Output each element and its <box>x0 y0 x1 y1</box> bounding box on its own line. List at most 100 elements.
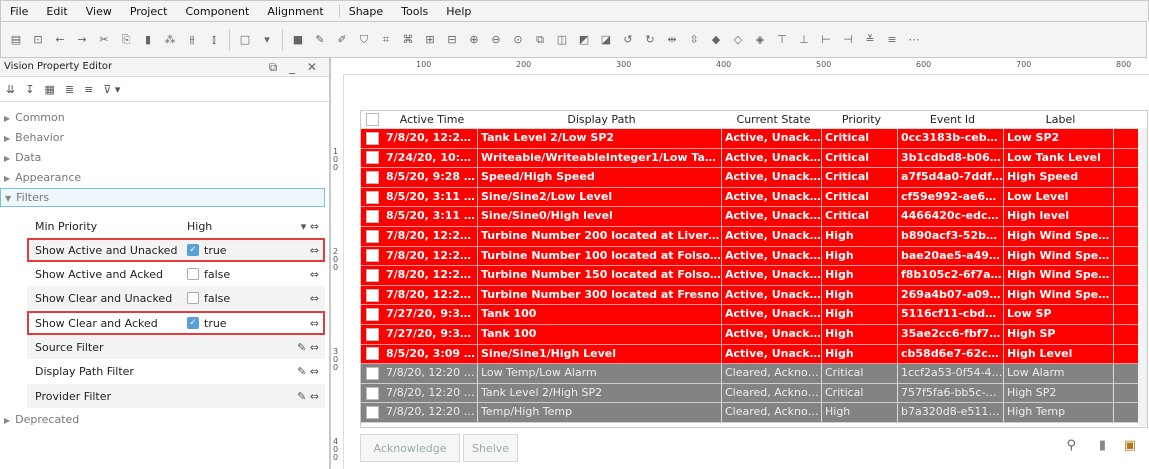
exclude-icon[interactable]: ◪ <box>595 29 617 51</box>
row-select-checkbox[interactable] <box>361 170 383 184</box>
property-row-provider-filter[interactable]: Provider Filter ✎ ⇔ <box>27 384 325 408</box>
menu-view[interactable]: View <box>77 5 121 18</box>
row-select-checkbox[interactable] <box>361 210 383 224</box>
menu-tools[interactable]: Tools <box>392 5 437 18</box>
row-select-checkbox[interactable] <box>361 288 383 302</box>
dropdown-icon[interactable]: ▾ <box>256 29 278 51</box>
subtract-icon[interactable]: ◫ <box>551 29 573 51</box>
category-behavior[interactable]: ▶ Behavior <box>0 128 329 148</box>
table-row[interactable]: 7/27/20, 9:35 AMTank 100Active, Unackno.… <box>361 305 1147 325</box>
binding-link-icon[interactable]: ⇔ <box>310 317 319 330</box>
overflow-icon[interactable]: ⋯ <box>903 29 925 51</box>
copy-icon[interactable]: ⎘ <box>115 29 137 51</box>
property-row-show-clear-unacked[interactable]: Show Clear and Unacked false ⇔ <box>27 286 325 310</box>
row-select-checkbox[interactable] <box>361 131 383 145</box>
pen-icon[interactable]: ✎ <box>309 29 331 51</box>
align-left-icon[interactable]: ⌗ <box>375 29 397 51</box>
binding-link-icon[interactable]: ⇔ <box>310 244 319 257</box>
binding-link-icon[interactable]: ⇔ <box>310 292 319 305</box>
bring-front-icon[interactable]: ◆ <box>705 29 727 51</box>
row-select-checkbox[interactable] <box>361 347 383 361</box>
property-row-min-priority[interactable]: Min Priority High ▾ ⇔ <box>27 214 325 238</box>
grid-icon[interactable]: ▦ <box>44 83 54 96</box>
property-row-show-active-unacked[interactable]: Show Active and Unacked ✓ true ⇔ <box>27 238 325 262</box>
align-center-icon[interactable]: ⌘ <box>397 29 419 51</box>
menu-file[interactable]: File <box>1 5 37 18</box>
edit-link-icon[interactable]: ✎ ⇔ <box>297 341 319 354</box>
table-row[interactable]: 8/5/20, 3:11 PM Sine/Sine0/High level Acti… <box>361 207 1147 227</box>
shelve-button[interactable]: Shelve <box>463 434 518 462</box>
row-select-checkbox[interactable] <box>361 308 383 322</box>
acknowledge-button[interactable]: Acknowledge <box>360 434 460 462</box>
zoom-out-icon[interactable]: ⊖ <box>485 29 507 51</box>
table-row[interactable]: 7/8/20, 12:20 PMTurbine Number 100 locat… <box>361 246 1147 267</box>
column-header-priority[interactable]: Priority <box>822 111 898 128</box>
show-active-unacked-checkbox[interactable]: ✓ true <box>187 244 227 257</box>
rotate-left-icon[interactable]: ↺ <box>617 29 639 51</box>
zoom-in-icon[interactable]: ⊕ <box>463 29 485 51</box>
zoom-fit-icon[interactable]: ⊙ <box>507 29 529 51</box>
category-filters[interactable]: ▼ Filters <box>0 188 325 207</box>
shield-icon[interactable]: ⛉ <box>353 29 375 51</box>
property-row-show-clear-acked[interactable]: Show Clear and Acked ✓ true ⇔ <box>27 311 325 335</box>
sort-categorized-icon[interactable]: ⇊ <box>6 83 15 96</box>
align-top-icon[interactable]: ⊤ <box>771 29 793 51</box>
binding-link-icon[interactable]: ⇔ <box>310 268 319 281</box>
more-icon[interactable]: ≡ <box>881 29 903 51</box>
send-back-icon[interactable]: ◇ <box>727 29 749 51</box>
table-scrollbar[interactable] <box>1138 128 1147 426</box>
menu-help[interactable]: Help <box>437 5 480 18</box>
row-select-checkbox[interactable] <box>361 229 383 243</box>
layer-icon[interactable]: ⫾ <box>203 29 225 51</box>
filter-icon[interactable]: ⊽ ▾ <box>103 83 120 96</box>
column-header-label[interactable]: Label <box>1004 111 1114 128</box>
row-select-checkbox[interactable] <box>361 327 383 341</box>
union-icon[interactable]: ⧉ <box>529 29 551 51</box>
edit-link-icon[interactable]: ✎ ⇔ <box>297 390 319 403</box>
select-all-checkbox[interactable] <box>361 113 383 126</box>
show-active-acked-checkbox[interactable]: false <box>187 268 230 281</box>
sort-alpha-icon[interactable]: ↧ <box>25 83 34 96</box>
row-select-checkbox[interactable] <box>361 268 383 282</box>
flip-vertical-icon[interactable]: ⇳ <box>683 29 705 51</box>
row-select-checkbox[interactable] <box>361 249 383 263</box>
search-icon[interactable]: ⚲ <box>1066 438 1076 453</box>
cut-icon[interactable]: ✂ <box>93 29 115 51</box>
menu-edit[interactable]: Edit <box>37 5 76 18</box>
space-vertical-icon[interactable]: ≚ <box>859 29 881 51</box>
ungroup-icon[interactable]: ⫵ <box>181 29 203 51</box>
show-clear-unacked-checkbox[interactable]: false <box>187 292 230 305</box>
rotate-right-icon[interactable]: ↻ <box>639 29 661 51</box>
column-header-event-id[interactable]: Event Id <box>898 111 1004 128</box>
paste-icon[interactable]: ▮ <box>137 29 159 51</box>
column-header-current-state[interactable]: Current State <box>722 111 822 128</box>
align-middle-icon[interactable]: ⊢ <box>815 29 837 51</box>
menu-component[interactable]: Component <box>176 5 258 18</box>
menu-project[interactable]: Project <box>121 5 177 18</box>
table-row[interactable]: 8/5/20, 3:11 PM Sine/Sine2/Low Level Activ… <box>361 187 1147 208</box>
column-header-display-path[interactable]: Display Path <box>478 111 722 128</box>
panel-window-controls[interactable]: ⧉ _ ✕ <box>269 58 321 76</box>
distribute-icon[interactable]: ⊟ <box>441 29 463 51</box>
menu-alignment[interactable]: Alignment <box>258 5 332 18</box>
table-row[interactable]: 7/8/20, 12:20 PM Temp/High Temp Cleared, A… <box>361 403 1147 423</box>
table-row[interactable]: 7/27/20, 9:35 AMTank 100Active, Unackno.… <box>361 324 1147 345</box>
category-appearance[interactable]: ▶ Appearance <box>0 168 329 188</box>
back-icon[interactable]: ← <box>49 29 71 51</box>
book-icon[interactable]: ▮ <box>1099 438 1106 453</box>
expand-all-icon[interactable]: ≣ <box>65 83 74 96</box>
property-row-display-path-filter[interactable]: Display Path Filter ✎ ⇔ <box>27 359 325 383</box>
intersect-icon[interactable]: ◩ <box>573 29 595 51</box>
property-row-show-active-acked[interactable]: Show Active and Acked false ⇔ <box>27 262 325 286</box>
column-header-active-time[interactable]: Active Time <box>383 111 478 128</box>
menu-shape[interactable]: Shape <box>338 4 392 18</box>
row-select-checkbox[interactable] <box>361 190 383 204</box>
alarm-status-table[interactable]: Active Time Display Path Current State P… <box>360 110 1148 428</box>
table-row[interactable]: 7/8/20, 12:20 PM Tank Level 2/High SP2 Cle… <box>361 383 1147 404</box>
table-row[interactable]: 7/8/20, 12:20 PMTank Level 2/Low SP2Acti… <box>361 129 1147 149</box>
table-row[interactable]: 8/5/20, 3:09 PM Sine/Sine1/High Level Acti… <box>361 344 1147 365</box>
table-row[interactable]: 8/5/20, 9:28 AM Speed/High Speed Active, U… <box>361 168 1147 188</box>
min-priority-select[interactable]: High <box>187 220 212 233</box>
save-all-icon[interactable]: ⊡ <box>27 29 49 51</box>
row-select-checkbox[interactable] <box>361 406 383 420</box>
